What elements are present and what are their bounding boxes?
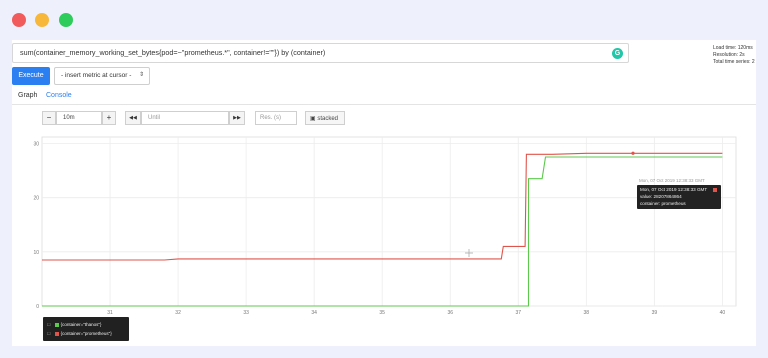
stacked-label: stacked [317, 116, 339, 122]
plot-frame [41, 136, 737, 307]
range-value: 10m [63, 115, 75, 121]
load-time-text: Load time: 120ms [713, 45, 753, 51]
stacked-icon: ▣ [310, 116, 316, 122]
memory-line-chart[interactable]: 31 32 33 34 35 36 37 38 39 40 0 10 20 30 Mon, 07 Oct 2… [32, 132, 747, 317]
tooltip-label: container: prometheus [640, 201, 686, 206]
total-series-text: Total time series: 2 [713, 59, 755, 65]
tab-divider [12, 104, 756, 105]
insert-metric-select[interactable]: - insert metric at cursor - ⇕ [54, 67, 150, 85]
y-tick-label: 20 [33, 196, 39, 202]
tooltip-time-above: Mon, 07 Oct 2019 12:38:33 GMT [639, 178, 705, 183]
legend-item-thanos[interactable]: ☐ {container="thanos"} [47, 322, 101, 327]
tooltip-swatch [713, 188, 717, 192]
tooltip-time: Mon, 07 Oct 2019 12:38:33 GMT [640, 187, 707, 192]
grammarly-icon[interactable]: G [612, 48, 623, 59]
resolution-placeholder: Res. (s) [260, 115, 281, 121]
legend-label-thanos: {container="thanos"} [60, 322, 102, 327]
legend-label-prometheus: {container="prometheus"} [60, 331, 112, 336]
x-tick-label: 40 [720, 310, 726, 316]
x-tick-label: 36 [447, 310, 453, 316]
tooltip-value: value: 28207864864 [640, 194, 682, 199]
expression-text: sum(container_memory_working_set_bytes{p… [20, 48, 326, 57]
tab-console[interactable]: Console [46, 92, 72, 99]
time-forward-button[interactable]: ▶▶ [229, 111, 245, 125]
legend-swatch [54, 322, 59, 327]
browser-window: sum(container_memory_working_set_bytes{p… [0, 0, 768, 358]
minus-icon: − [46, 113, 52, 122]
hover-point [631, 151, 635, 155]
stacked-toggle-button[interactable]: ▣ stacked [305, 111, 345, 125]
rewind-icon: ◀◀ [129, 115, 137, 121]
minimize-window-button[interactable] [35, 13, 49, 27]
time-back-button[interactable]: ◀◀ [125, 111, 141, 125]
select-arrows-icon: ⇕ [138, 72, 144, 78]
prometheus-graph-panel: sum(container_memory_working_set_bytes{p… [12, 40, 756, 346]
y-tick-label: 10 [33, 250, 39, 256]
x-tick-label: 35 [379, 310, 385, 316]
fast-forward-icon: ▶▶ [233, 115, 241, 121]
x-tick-label: 32 [175, 310, 181, 316]
x-tick-label: 31 [107, 310, 113, 316]
plus-icon: + [106, 113, 112, 122]
range-increase-button[interactable]: + [102, 111, 116, 125]
x-tick-label: 34 [311, 310, 317, 316]
until-placeholder: Until [148, 115, 161, 121]
tab-graph[interactable]: Graph [18, 92, 37, 99]
expression-input[interactable]: sum(container_memory_working_set_bytes{p… [12, 43, 629, 63]
x-tick-label: 37 [515, 310, 521, 316]
query-stats: Load time: 120ms Resolution: 2s Total ti… [713, 45, 755, 66]
resolution-text: Resolution: 2s [713, 52, 745, 58]
graph-area[interactable]: 31 32 33 34 35 36 37 38 39 40 0 10 20 30 Mon, 07 Oct 2… [32, 132, 747, 317]
legend-swatch [54, 331, 59, 336]
checkbox-icon: ☐ [47, 322, 51, 327]
maximize-window-button[interactable] [59, 13, 73, 27]
resolution-input[interactable]: Res. (s) [255, 111, 297, 125]
checkbox-icon: ☐ [47, 331, 51, 336]
legend-item-prometheus[interactable]: ☐ {container="prometheus"} [47, 331, 112, 336]
x-tick-label: 38 [584, 310, 590, 316]
until-input[interactable]: Until [141, 111, 229, 125]
graph-legend: ☐ {container="thanos"} ☐ {container="prome… [43, 317, 129, 341]
x-tick-label: 33 [243, 310, 249, 316]
insert-metric-label: - insert metric at cursor - [61, 72, 132, 79]
execute-button[interactable]: Execute [12, 67, 50, 85]
close-window-button[interactable] [12, 13, 26, 27]
y-tick-label: 30 [33, 142, 39, 148]
x-tick-label: 39 [652, 310, 658, 316]
y-tick-label: 0 [36, 304, 39, 310]
range-input[interactable]: 10m [56, 111, 102, 125]
range-decrease-button[interactable]: − [42, 111, 56, 125]
